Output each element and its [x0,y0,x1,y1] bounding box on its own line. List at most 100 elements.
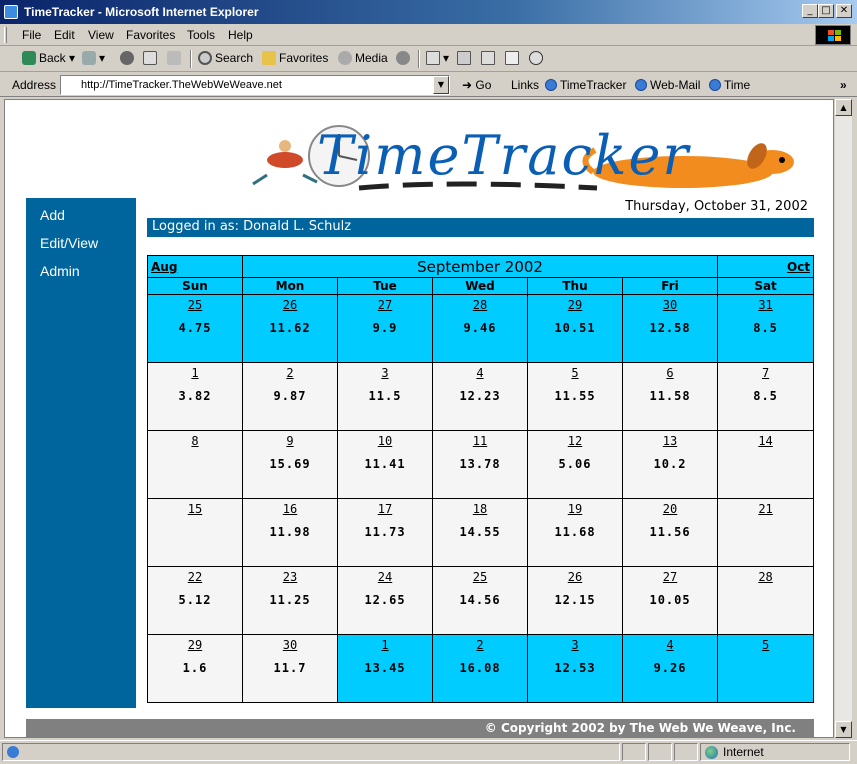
day-number-link[interactable]: 28 [718,570,813,584]
day-number-link[interactable]: 18 [433,502,527,516]
address-input[interactable]: http://TimeTracker.TheWebWeWeave.net ▼ [60,75,450,95]
day-number-link[interactable]: 12 [528,434,622,448]
favorites-button[interactable]: Favorites [262,51,328,65]
day-number-link[interactable]: 1 [338,638,432,652]
day-number-link[interactable]: 23 [243,570,337,584]
menu-help[interactable]: Help [228,28,253,42]
day-number-link[interactable]: 1 [148,366,242,380]
weekday-header: Sat [717,277,815,295]
day-hours: 11.55 [554,389,596,403]
scroll-down-icon[interactable]: ▼ [835,721,852,738]
links-overflow-chevron-icon[interactable]: » [840,78,847,92]
day-number-link[interactable]: 25 [433,570,527,584]
edit-button[interactable] [481,51,498,65]
day-number-link[interactable]: 27 [338,298,432,312]
day-number-link[interactable]: 31 [718,298,813,312]
nav-add[interactable]: Add [26,206,136,234]
calendar-day-cell: 29 10.51 [527,294,623,363]
day-number-link[interactable]: 30 [243,638,337,652]
day-number-link[interactable]: 29 [148,638,242,652]
day-number-link[interactable]: 4 [623,638,717,652]
day-hours: 1.6 [182,661,208,675]
day-number-link[interactable]: 24 [338,570,432,584]
messenger-icon [529,51,543,65]
day-number-link[interactable]: 2 [433,638,527,652]
links-label[interactable]: Links [511,78,539,92]
calendar-day-cell: 21 [717,498,815,567]
address-dropdown-icon[interactable]: ▼ [433,76,449,94]
menu-favorites[interactable]: Favorites [126,28,175,42]
day-number-link[interactable]: 26 [243,298,337,312]
favorites-label: Favorites [279,51,329,65]
day-number-link[interactable]: 6 [623,366,717,380]
day-number-link[interactable]: 17 [338,502,432,516]
logged-in-banner: Logged in as: Donald L. Schulz [147,218,814,237]
address-bar: Address http://TimeTracker.TheWebWeWeave… [0,73,857,97]
scroll-up-icon[interactable]: ▲ [835,99,852,116]
media-button[interactable]: Media [338,51,388,65]
link-web-mail[interactable]: Web-Mail [635,78,700,92]
security-zone: Internet [705,745,764,759]
day-number-link[interactable]: 26 [528,570,622,584]
day-hours: 5.12 [178,593,212,607]
day-number-link[interactable]: 9 [243,434,337,448]
maximize-button[interactable]: □ [818,4,834,18]
day-number-link[interactable]: 20 [623,502,717,516]
day-hours: 8.5 [753,389,778,403]
day-number-link[interactable]: 29 [528,298,622,312]
day-number-link[interactable]: 15 [148,502,242,516]
forward-button[interactable]: ▾ [82,51,105,65]
day-number-link[interactable]: 4 [433,366,527,380]
day-number-link[interactable]: 5 [528,366,622,380]
calendar-day-cell: 29 1.6 [147,634,243,703]
day-number-link[interactable]: 11 [433,434,527,448]
mail-button[interactable]: ▾ [426,51,449,65]
link-timetracker[interactable]: TimeTracker [545,78,626,92]
day-number-link[interactable]: 19 [528,502,622,516]
nav-edit-view[interactable]: Edit/View [26,234,136,262]
refresh-button[interactable] [143,51,160,65]
prev-month-link[interactable]: Aug [147,255,243,278]
day-number-link[interactable]: 25 [148,298,242,312]
nav-admin[interactable]: Admin [26,262,136,290]
next-month-link[interactable]: Oct [717,255,815,278]
vertical-scrollbar[interactable]: ▲ ▼ [834,99,852,738]
day-hours: 11.58 [649,389,691,403]
day-number-link[interactable]: 3 [528,638,622,652]
messenger-button[interactable] [529,51,546,65]
day-number-link[interactable]: 27 [623,570,717,584]
day-number-link[interactable]: 7 [718,366,813,380]
close-button[interactable]: ✕ [836,4,852,18]
day-number-link[interactable]: 28 [433,298,527,312]
calendar-day-cell: 17 11.73 [337,498,433,567]
menu-view[interactable]: View [88,28,114,42]
day-number-link[interactable]: 21 [718,502,813,516]
stop-button[interactable] [120,51,137,65]
day-number-link[interactable]: 16 [243,502,337,516]
day-number-link[interactable]: 5 [718,638,813,652]
calendar-day-cell: 3 12.53 [527,634,623,703]
history-button[interactable] [396,51,413,65]
calendar-day-cell: 10 11.41 [337,430,433,499]
menu-file[interactable]: File [22,28,41,42]
day-number-link[interactable]: 30 [623,298,717,312]
print-button[interactable] [457,51,474,65]
menu-tools[interactable]: Tools [187,28,215,42]
day-number-link[interactable]: 13 [623,434,717,448]
day-number-link[interactable]: 10 [338,434,432,448]
day-number-link[interactable]: 14 [718,434,813,448]
home-button[interactable] [167,51,184,65]
back-button[interactable]: Back ▾ [22,51,75,65]
minimize-button[interactable]: _ [802,4,818,18]
search-button[interactable]: Search [198,51,253,65]
day-number-link[interactable]: 2 [243,366,337,380]
discuss-button[interactable] [505,51,522,65]
go-button[interactable]: ➜ Go [462,78,491,92]
day-hours: 12.58 [649,321,691,335]
link-timetracker-label: TimeTracker [560,78,627,92]
day-number-link[interactable]: 22 [148,570,242,584]
link-time[interactable]: Time [709,78,750,92]
day-number-link[interactable]: 3 [338,366,432,380]
day-number-link[interactable]: 8 [148,434,242,448]
menu-edit[interactable]: Edit [54,28,75,42]
